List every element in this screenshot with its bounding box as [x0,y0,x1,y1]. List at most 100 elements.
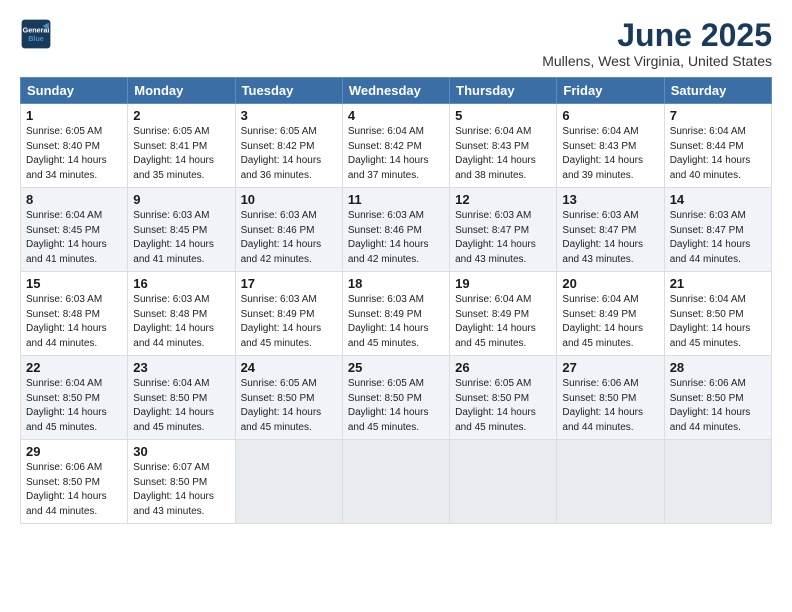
day-info: Sunrise: 6:03 AMSunset: 8:46 PMDaylight:… [241,210,322,265]
day-cell: 19 Sunrise: 6:04 AMSunset: 8:49 PMDaylig… [450,272,557,356]
day-info: Sunrise: 6:05 AMSunset: 8:42 PMDaylight:… [241,126,322,181]
day-number: 19 [455,276,551,291]
day-cell: 6 Sunrise: 6:04 AMSunset: 8:43 PMDayligh… [557,104,664,188]
day-cell: 27 Sunrise: 6:06 AMSunset: 8:50 PMDaylig… [557,356,664,440]
day-number: 1 [26,108,122,123]
day-info: Sunrise: 6:04 AMSunset: 8:49 PMDaylight:… [562,294,643,349]
day-info: Sunrise: 6:05 AMSunset: 8:50 PMDaylight:… [455,378,536,433]
day-info: Sunrise: 6:03 AMSunset: 8:48 PMDaylight:… [133,294,214,349]
calendar-table: Sunday Monday Tuesday Wednesday Thursday… [20,77,772,524]
day-cell: 20 Sunrise: 6:04 AMSunset: 8:49 PMDaylig… [557,272,664,356]
day-cell: 1 Sunrise: 6:05 AMSunset: 8:40 PMDayligh… [21,104,128,188]
week-row-2: 8 Sunrise: 6:04 AMSunset: 8:45 PMDayligh… [21,188,772,272]
day-cell [235,440,342,524]
day-info: Sunrise: 6:03 AMSunset: 8:45 PMDaylight:… [133,210,214,265]
day-cell: 4 Sunrise: 6:04 AMSunset: 8:42 PMDayligh… [342,104,449,188]
week-row-5: 29 Sunrise: 6:06 AMSunset: 8:50 PMDaylig… [21,440,772,524]
day-info: Sunrise: 6:04 AMSunset: 8:50 PMDaylight:… [26,378,107,433]
day-info: Sunrise: 6:03 AMSunset: 8:47 PMDaylight:… [562,210,643,265]
header-row: Sunday Monday Tuesday Wednesday Thursday… [21,78,772,104]
day-cell: 28 Sunrise: 6:06 AMSunset: 8:50 PMDaylig… [664,356,771,440]
day-cell: 7 Sunrise: 6:04 AMSunset: 8:44 PMDayligh… [664,104,771,188]
day-cell: 10 Sunrise: 6:03 AMSunset: 8:46 PMDaylig… [235,188,342,272]
day-info: Sunrise: 6:04 AMSunset: 8:49 PMDaylight:… [455,294,536,349]
day-number: 6 [562,108,658,123]
week-row-3: 15 Sunrise: 6:03 AMSunset: 8:48 PMDaylig… [21,272,772,356]
svg-text:Blue: Blue [28,34,44,43]
col-wednesday: Wednesday [342,78,449,104]
day-number: 21 [670,276,766,291]
calendar-page: General Blue June 2025 Mullens, West Vir… [0,0,792,612]
day-cell [557,440,664,524]
day-info: Sunrise: 6:05 AMSunset: 8:50 PMDaylight:… [241,378,322,433]
month-title: June 2025 [542,18,772,53]
day-cell: 26 Sunrise: 6:05 AMSunset: 8:50 PMDaylig… [450,356,557,440]
day-number: 10 [241,192,337,207]
day-number: 15 [26,276,122,291]
week-row-4: 22 Sunrise: 6:04 AMSunset: 8:50 PMDaylig… [21,356,772,440]
day-cell: 9 Sunrise: 6:03 AMSunset: 8:45 PMDayligh… [128,188,235,272]
day-number: 30 [133,444,229,459]
day-cell: 25 Sunrise: 6:05 AMSunset: 8:50 PMDaylig… [342,356,449,440]
day-number: 4 [348,108,444,123]
day-cell: 22 Sunrise: 6:04 AMSunset: 8:50 PMDaylig… [21,356,128,440]
day-cell: 14 Sunrise: 6:03 AMSunset: 8:47 PMDaylig… [664,188,771,272]
col-monday: Monday [128,78,235,104]
location: Mullens, West Virginia, United States [542,53,772,69]
day-cell: 8 Sunrise: 6:04 AMSunset: 8:45 PMDayligh… [21,188,128,272]
day-cell [342,440,449,524]
day-number: 22 [26,360,122,375]
day-cell: 11 Sunrise: 6:03 AMSunset: 8:46 PMDaylig… [342,188,449,272]
day-info: Sunrise: 6:06 AMSunset: 8:50 PMDaylight:… [670,378,751,433]
day-cell: 12 Sunrise: 6:03 AMSunset: 8:47 PMDaylig… [450,188,557,272]
col-tuesday: Tuesday [235,78,342,104]
day-info: Sunrise: 6:04 AMSunset: 8:44 PMDaylight:… [670,126,751,181]
day-info: Sunrise: 6:04 AMSunset: 8:50 PMDaylight:… [133,378,214,433]
day-info: Sunrise: 6:04 AMSunset: 8:50 PMDaylight:… [670,294,751,349]
day-number: 23 [133,360,229,375]
day-number: 14 [670,192,766,207]
day-info: Sunrise: 6:04 AMSunset: 8:42 PMDaylight:… [348,126,429,181]
header: General Blue June 2025 Mullens, West Vir… [20,18,772,69]
day-info: Sunrise: 6:04 AMSunset: 8:43 PMDaylight:… [455,126,536,181]
week-row-1: 1 Sunrise: 6:05 AMSunset: 8:40 PMDayligh… [21,104,772,188]
day-number: 18 [348,276,444,291]
day-info: Sunrise: 6:04 AMSunset: 8:43 PMDaylight:… [562,126,643,181]
day-cell: 15 Sunrise: 6:03 AMSunset: 8:48 PMDaylig… [21,272,128,356]
col-saturday: Saturday [664,78,771,104]
day-number: 29 [26,444,122,459]
day-number: 12 [455,192,551,207]
day-number: 20 [562,276,658,291]
day-number: 28 [670,360,766,375]
day-info: Sunrise: 6:03 AMSunset: 8:47 PMDaylight:… [455,210,536,265]
day-number: 13 [562,192,658,207]
day-info: Sunrise: 6:06 AMSunset: 8:50 PMDaylight:… [562,378,643,433]
day-info: Sunrise: 6:05 AMSunset: 8:41 PMDaylight:… [133,126,214,181]
day-cell: 21 Sunrise: 6:04 AMSunset: 8:50 PMDaylig… [664,272,771,356]
day-number: 8 [26,192,122,207]
day-cell: 16 Sunrise: 6:03 AMSunset: 8:48 PMDaylig… [128,272,235,356]
day-cell: 29 Sunrise: 6:06 AMSunset: 8:50 PMDaylig… [21,440,128,524]
day-number: 3 [241,108,337,123]
day-cell: 30 Sunrise: 6:07 AMSunset: 8:50 PMDaylig… [128,440,235,524]
col-thursday: Thursday [450,78,557,104]
day-info: Sunrise: 6:07 AMSunset: 8:50 PMDaylight:… [133,462,214,517]
day-cell: 3 Sunrise: 6:05 AMSunset: 8:42 PMDayligh… [235,104,342,188]
logo: General Blue [20,18,52,50]
day-info: Sunrise: 6:05 AMSunset: 8:50 PMDaylight:… [348,378,429,433]
day-number: 26 [455,360,551,375]
day-number: 16 [133,276,229,291]
day-number: 7 [670,108,766,123]
day-number: 17 [241,276,337,291]
logo-icon: General Blue [20,18,52,50]
day-info: Sunrise: 6:03 AMSunset: 8:46 PMDaylight:… [348,210,429,265]
day-cell: 23 Sunrise: 6:04 AMSunset: 8:50 PMDaylig… [128,356,235,440]
day-cell: 5 Sunrise: 6:04 AMSunset: 8:43 PMDayligh… [450,104,557,188]
day-info: Sunrise: 6:06 AMSunset: 8:50 PMDaylight:… [26,462,107,517]
day-number: 27 [562,360,658,375]
day-cell: 13 Sunrise: 6:03 AMSunset: 8:47 PMDaylig… [557,188,664,272]
day-info: Sunrise: 6:03 AMSunset: 8:47 PMDaylight:… [670,210,751,265]
day-cell: 24 Sunrise: 6:05 AMSunset: 8:50 PMDaylig… [235,356,342,440]
day-number: 2 [133,108,229,123]
day-info: Sunrise: 6:03 AMSunset: 8:49 PMDaylight:… [348,294,429,349]
